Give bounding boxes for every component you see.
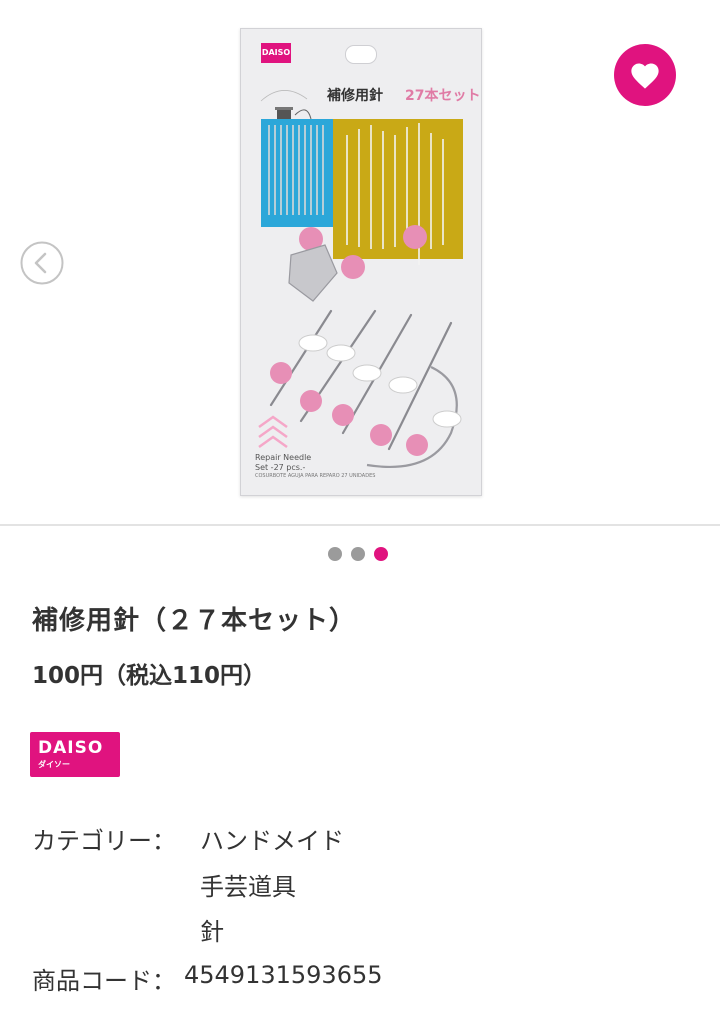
package-caption: Repair Needle Set -27 pcs.- <box>255 453 311 473</box>
divider <box>0 524 720 526</box>
category-link[interactable]: 針 <box>200 912 224 947</box>
product-price: 100円（税込110円） <box>32 663 267 689</box>
product-image-gallery[interactable]: DAISO 補修用針 27本セット Repair Needle Set -27 … <box>0 0 720 524</box>
product-code-label: 商品コード： <box>32 967 176 995</box>
needle-set-illustration <box>258 119 463 469</box>
package-hang-hole <box>345 45 377 64</box>
product-title: 補修用針（２７本セット） <box>32 606 357 636</box>
product-code-value: 4549131593655 <box>184 961 383 989</box>
previous-image-button[interactable] <box>20 241 64 285</box>
brand-logo-text: DAISO <box>38 738 104 758</box>
product-image: DAISO 補修用針 27本セット Repair Needle Set -27 … <box>240 28 482 496</box>
package-product-name: 補修用針 <box>327 88 383 104</box>
heart-icon <box>631 63 659 89</box>
package-caption-line2: Set -27 pcs.- <box>255 463 306 472</box>
carousel-dot[interactable] <box>328 547 342 561</box>
package-brand-logo: DAISO <box>261 43 291 63</box>
category-link[interactable]: ハンドメイド <box>200 821 344 856</box>
package-small-print: COSURBOTE AGUJA PARA REPARO 27 UNIDADES <box>255 473 376 479</box>
carousel-dot-active[interactable] <box>374 547 388 561</box>
favorite-button[interactable] <box>614 44 676 106</box>
chevron-left-icon <box>20 241 64 285</box>
package-caption-line1: Repair Needle <box>255 453 312 462</box>
brand-logo-subtext: ダイソー <box>38 760 70 769</box>
package-count: 27本セット <box>405 88 481 104</box>
category-link[interactable]: 手芸道具 <box>200 867 296 902</box>
brand-logo: DAISO ダイソー <box>30 732 120 777</box>
carousel-dot[interactable] <box>351 547 365 561</box>
carousel-indicator <box>328 547 388 561</box>
category-label: カテゴリー： <box>32 827 176 855</box>
